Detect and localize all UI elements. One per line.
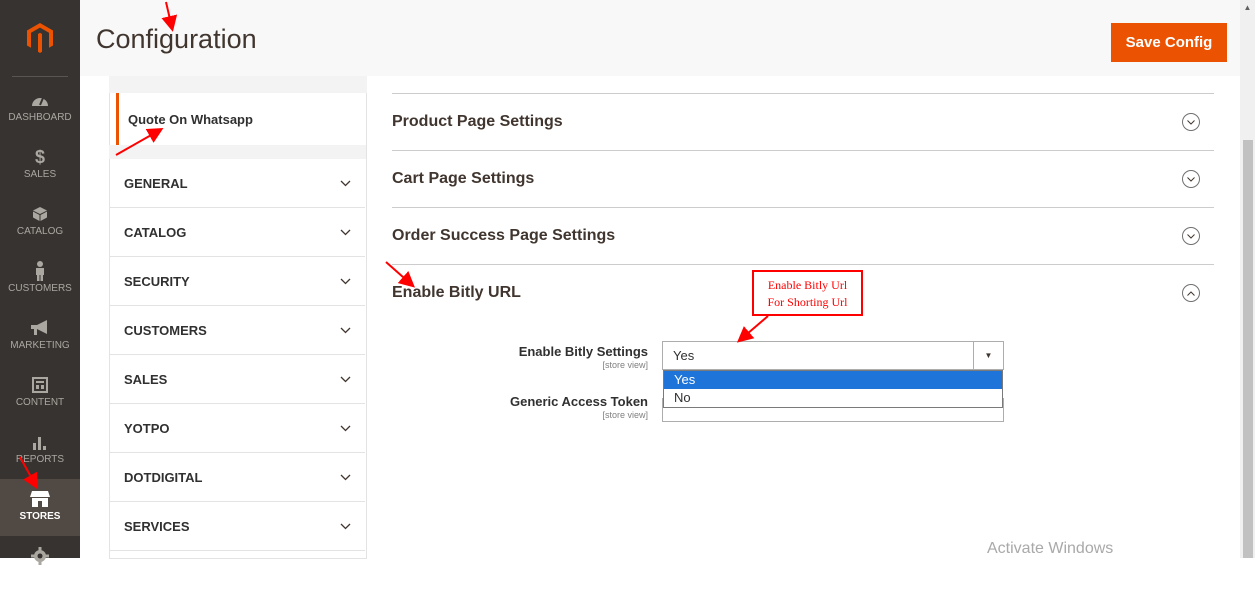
scope-label: [store view] — [602, 410, 648, 420]
chevron-down-icon — [339, 373, 351, 385]
dollar-icon: $ — [34, 146, 45, 167]
section-title: Order Success Page Settings — [392, 227, 616, 244]
chevron-down-icon — [339, 275, 351, 287]
dropdown-arrow-icon[interactable]: ▼ — [973, 342, 1003, 369]
tab-group-label: YOTPO — [124, 420, 170, 436]
nav-item-system[interactable] — [0, 536, 80, 593]
chevron-down-icon — [339, 177, 351, 189]
chevron-down-icon — [339, 422, 351, 434]
enable-bitly-select[interactable]: Yes ▼ — [662, 341, 1004, 370]
select-options-list: Yes No — [663, 370, 1003, 408]
option-yes[interactable]: Yes — [664, 371, 1002, 389]
expand-chevron-icon — [1182, 113, 1200, 131]
nav-item-catalog[interactable]: CATALOG — [0, 194, 80, 251]
tab-group-label: GENERAL — [124, 175, 188, 191]
tab-quote-on-whatsapp[interactable]: Quote On Whatsapp — [116, 93, 365, 145]
magento-logo-icon[interactable] — [0, 0, 80, 76]
nav-label: CUSTOMERS — [8, 283, 72, 294]
section-title: Enable Bitly URL — [392, 284, 521, 301]
gear-icon — [29, 545, 51, 567]
nav-label: CATALOG — [16, 226, 64, 237]
nav-label: REPORTS — [15, 454, 65, 465]
expand-chevron-icon — [1182, 227, 1200, 245]
tab-group-label: SALES — [124, 371, 168, 387]
annotation-callout: Enable Bitly Url For Shorting Url — [752, 270, 863, 316]
section-title: Product Page Settings — [392, 113, 563, 130]
scrollbar-thumb[interactable] — [1243, 140, 1253, 558]
enable-bitly-settings-label: Enable Bitly Settings — [518, 344, 648, 359]
nav-item-content[interactable]: CONTENT — [0, 365, 80, 422]
tab-group-dotdigital[interactable]: DOTDIGITAL — [110, 453, 365, 502]
nav-label: STORES — [19, 511, 61, 522]
save-config-button[interactable]: Save Config — [1111, 23, 1227, 62]
box-icon — [29, 203, 51, 225]
nav-item-marketing[interactable]: MARKETING — [0, 308, 80, 365]
tab-group-label: SERVICES — [124, 518, 190, 534]
tab-group-security[interactable]: SECURITY — [110, 257, 365, 306]
nav-label: MARKETING — [10, 340, 70, 351]
scroll-up-arrow-icon[interactable]: ▲ — [1240, 0, 1255, 14]
tab-group-sales[interactable]: SALES — [110, 355, 365, 404]
section-title: Cart Page Settings — [392, 170, 535, 187]
chevron-down-icon — [339, 471, 351, 483]
generic-access-token-label: Generic Access Token — [509, 394, 648, 409]
nav-label: SALES — [23, 169, 57, 180]
admin-sidebar: DASHBOARD $ SALES CATALOG CUSTOMERS MARK… — [0, 0, 80, 565]
bar-chart-icon — [29, 431, 51, 453]
tab-group-label: CATALOG — [124, 224, 187, 240]
collapse-chevron-icon — [1182, 284, 1200, 302]
nav-label: CONTENT — [15, 397, 65, 408]
expand-chevron-icon — [1182, 170, 1200, 188]
activate-windows-watermark: Activate Windows — [987, 540, 1114, 557]
option-no[interactable]: No — [664, 389, 1002, 407]
nav-item-reports[interactable]: REPORTS — [0, 422, 80, 479]
section-cart-page-settings[interactable]: Cart Page Settings — [392, 150, 1214, 207]
tab-group-label: SECURITY — [124, 273, 190, 289]
tab-group-label: DOTDIGITAL — [124, 469, 203, 485]
layout-icon — [29, 374, 51, 396]
tab-group-yotpo[interactable]: YOTPO — [110, 404, 365, 453]
section-order-success-page-settings[interactable]: Order Success Page Settings — [392, 207, 1214, 264]
tab-group-general[interactable]: GENERAL — [110, 159, 365, 208]
callout-line-2: For Shorting Url — [767, 295, 848, 309]
tabs-separator — [109, 145, 366, 159]
tab-group-services[interactable]: SERVICES — [110, 502, 365, 551]
nav-item-stores[interactable]: STORES — [0, 479, 80, 536]
callout-line-1: Enable Bitly Url — [767, 278, 848, 292]
select-value: Yes — [673, 348, 695, 363]
nav-item-dashboard[interactable]: DASHBOARD — [0, 80, 80, 137]
tab-group-catalog[interactable]: CATALOG — [110, 208, 365, 257]
nav-item-customers[interactable]: CUSTOMERS — [0, 251, 80, 308]
tabs-top-strip — [109, 76, 367, 93]
nav-item-sales[interactable]: $ SALES — [0, 137, 80, 194]
tab-group-label: CUSTOMERS — [124, 322, 207, 338]
section-product-page-settings[interactable]: Product Page Settings — [392, 93, 1214, 150]
tab-group-customers[interactable]: CUSTOMERS — [110, 306, 365, 355]
store-icon — [29, 488, 51, 510]
logo-divider — [12, 76, 68, 77]
chevron-down-icon — [339, 324, 351, 336]
chevron-down-icon — [339, 226, 351, 238]
page-title: Configuration — [96, 24, 257, 54]
person-icon — [29, 260, 51, 282]
chevron-down-icon — [339, 520, 351, 532]
scope-label: [store view] — [602, 360, 648, 370]
dashboard-icon — [29, 89, 51, 111]
nav-label: DASHBOARD — [8, 112, 72, 123]
megaphone-icon — [29, 317, 51, 339]
